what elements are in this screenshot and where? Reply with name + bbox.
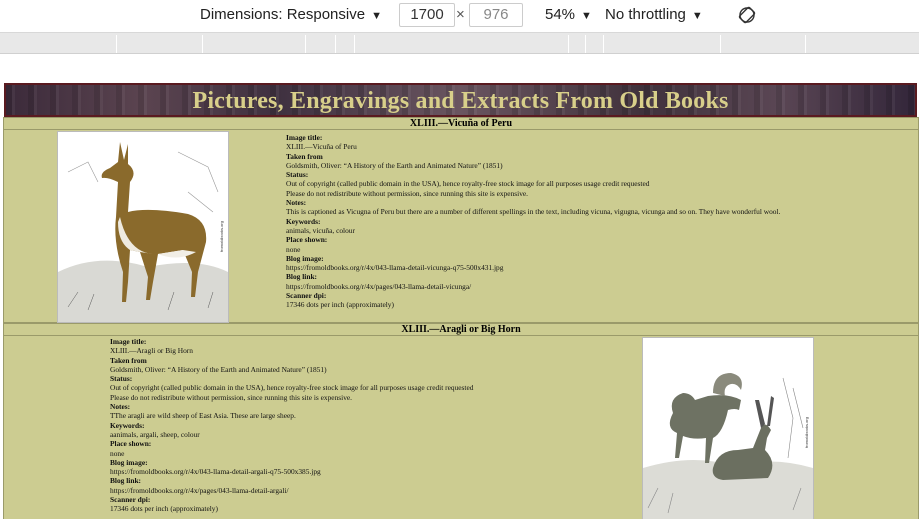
status-value-1: Out of copyright (called public domain i… bbox=[286, 179, 650, 189]
ruler-divider bbox=[354, 35, 355, 53]
banner-title: Pictures, Engravings and Extracts From O… bbox=[192, 88, 729, 114]
image-title-label: Image title: bbox=[286, 133, 323, 142]
ruler-divider bbox=[568, 35, 569, 53]
ruler-divider bbox=[720, 35, 721, 53]
zoom-label: 54% bbox=[545, 6, 576, 23]
throttling-dropdown[interactable]: No throttling ▼ bbox=[605, 6, 703, 23]
status-label: Status: bbox=[110, 374, 133, 384]
aragli-illustration: fromoldbooks.org bbox=[643, 338, 813, 519]
ruler-divider bbox=[805, 35, 806, 53]
height-input[interactable]: 976 bbox=[469, 3, 523, 27]
vicuna-illustration: fromoldbooks.org bbox=[58, 132, 228, 322]
zoom-dropdown[interactable]: 54% ▼ bbox=[545, 6, 592, 23]
entry-aragli: XLIII.—Aragli or Big Horn Image title: X… bbox=[3, 323, 919, 519]
ruler-divider bbox=[202, 35, 203, 53]
entry-details: Image title: XLIII.—Aragli or Big Horn T… bbox=[110, 337, 630, 514]
blog-image-label: Blog image: bbox=[110, 457, 148, 467]
entry-details: Image title: XLIII.—Vicuña of Peru Taken… bbox=[286, 133, 906, 310]
dimensions-dropdown[interactable]: Dimensions: Responsive ▼ bbox=[200, 6, 382, 23]
keywords-label: Keywords: bbox=[286, 216, 321, 226]
dpi-value: 17346 dots per inch (approximately) bbox=[110, 504, 218, 514]
notes-value: TThe aragli are wild sheep of East Asia.… bbox=[110, 411, 296, 421]
place-label: Place shown: bbox=[110, 439, 152, 449]
width-input[interactable]: 1700 bbox=[399, 3, 455, 27]
blog-link[interactable]: https://fromoldbooks.org/r/4x/pages/043-… bbox=[286, 282, 906, 291]
keywords-label: Keywords: bbox=[110, 420, 145, 430]
blog-image-link[interactable]: https://fromoldbooks.org/r/4x/043-llama-… bbox=[110, 467, 630, 476]
place-value: none bbox=[110, 448, 125, 458]
status-value-2: Please do not redistribute without permi… bbox=[110, 392, 353, 402]
aragli-image[interactable]: fromoldbooks.org bbox=[642, 337, 814, 519]
taken-from-label: Taken from bbox=[110, 355, 147, 365]
times-separator: × bbox=[456, 6, 465, 23]
ruler-divider bbox=[305, 35, 306, 53]
image-title-label: Image title: bbox=[110, 337, 147, 346]
chevron-down-icon: ▼ bbox=[691, 10, 703, 22]
dpi-label: Scanner dpi: bbox=[110, 495, 151, 505]
blog-link-label: Blog link: bbox=[110, 476, 142, 486]
taken-from-label: Taken from bbox=[286, 151, 323, 161]
dpi-value: 17346 dots per inch (approximately) bbox=[286, 300, 394, 310]
dimensions-label: Dimensions: Responsive bbox=[200, 6, 366, 23]
ruler-divider bbox=[603, 35, 604, 53]
place-label: Place shown: bbox=[286, 235, 328, 245]
entry-heading: XLIII.—Vicuña of Peru bbox=[4, 118, 918, 130]
blog-image-link[interactable]: https://fromoldbooks.org/r/4x/043-llama-… bbox=[286, 263, 906, 272]
keywords-value: animals, vicuña, colour bbox=[286, 225, 355, 235]
image-watermark: fromoldbooks.org bbox=[219, 221, 224, 252]
ruler-divider bbox=[116, 35, 117, 53]
rotate-icon[interactable] bbox=[737, 5, 757, 25]
keywords-value: aanimals, argali, sheep, colour bbox=[110, 429, 200, 439]
blog-link[interactable]: https://fromoldbooks.org/r/4x/pages/043-… bbox=[110, 486, 630, 495]
status-value-1: Out of copyright (called public domain i… bbox=[110, 383, 474, 393]
blog-link-label: Blog link: bbox=[286, 272, 318, 282]
status-label: Status: bbox=[286, 170, 309, 180]
media-query-bar[interactable] bbox=[0, 32, 919, 54]
devtools-device-toolbar: Dimensions: Responsive ▼ 1700 × 976 54% ▼ … bbox=[0, 0, 919, 32]
image-title-value: XLIII.—Vicuña of Peru bbox=[286, 142, 357, 152]
page-viewport: Pictures, Engravings and Extracts From O… bbox=[0, 54, 919, 519]
vicuna-image[interactable]: fromoldbooks.org bbox=[57, 131, 229, 323]
ruler-divider bbox=[335, 35, 336, 53]
chevron-down-icon: ▼ bbox=[371, 10, 382, 22]
notes-label: Notes: bbox=[286, 198, 307, 208]
chevron-down-icon: ▼ bbox=[581, 10, 592, 22]
notes-label: Notes: bbox=[110, 402, 131, 412]
throttling-label: No throttling bbox=[605, 6, 686, 23]
place-value: none bbox=[286, 244, 301, 254]
entry-vicuna: XLIII.—Vicuña of Peru fromoldbooks.org I… bbox=[3, 117, 919, 323]
notes-value: This is captioned as Vicugna of Peru but… bbox=[286, 207, 781, 217]
taken-from-value: Goldsmith, Oliver: “A History of the Ear… bbox=[286, 160, 503, 170]
image-title-value: XLIII.—Aragli or Big Horn bbox=[110, 346, 193, 356]
entry-heading: XLIII.—Aragli or Big Horn bbox=[4, 324, 918, 336]
taken-from-value: Goldsmith, Oliver: “A History of the Ear… bbox=[110, 364, 327, 374]
ruler-divider bbox=[585, 35, 586, 53]
image-watermark: fromoldbooks.org bbox=[804, 417, 809, 448]
blog-image-label: Blog image: bbox=[286, 253, 324, 263]
dpi-label: Scanner dpi: bbox=[286, 291, 327, 301]
status-value-2: Please do not redistribute without permi… bbox=[286, 188, 529, 198]
site-banner[interactable]: Pictures, Engravings and Extracts From O… bbox=[4, 83, 917, 117]
